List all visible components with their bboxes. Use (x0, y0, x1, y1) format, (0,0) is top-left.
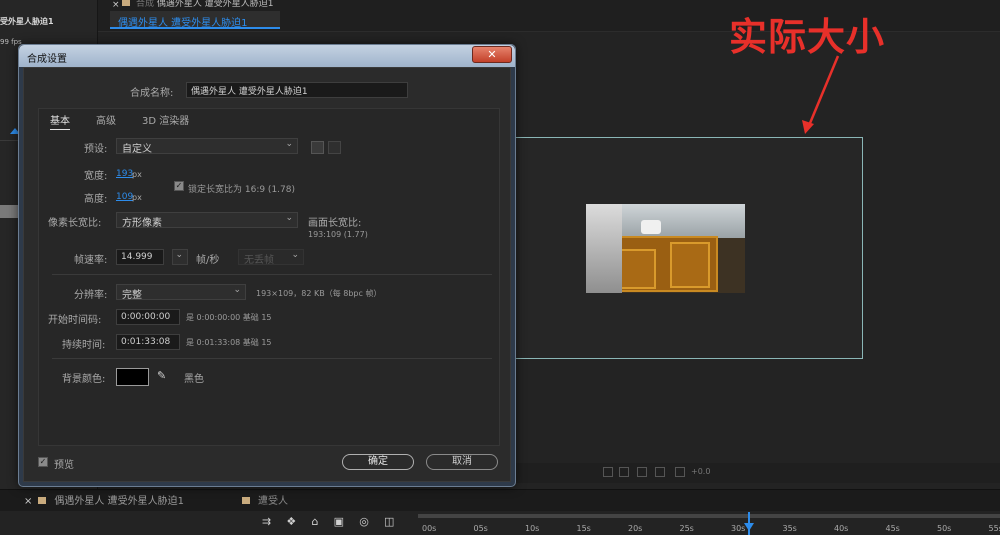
timeline-3d-icon[interactable]: ❖ (286, 515, 296, 528)
section-divider (52, 358, 492, 359)
pixel-aspect-value: 方形像素 (122, 218, 162, 229)
duration-input[interactable] (116, 334, 180, 350)
fps-input[interactable] (116, 249, 164, 265)
lock-aspect-checkbox[interactable]: ✓ (174, 181, 184, 191)
dialog-titlebar[interactable]: 合成设置 ✕ (19, 45, 515, 67)
timeline-ruler-label: 50s (937, 524, 952, 533)
timeline-playhead-icon[interactable] (744, 523, 754, 531)
timeline-motion-blur-icon[interactable]: ▣ (334, 515, 344, 528)
tab-basic[interactable]: 基本 (50, 112, 70, 130)
frame-aspect-value: 193:109 (1.77) (308, 230, 368, 239)
timeline-ruler-label: 55s (988, 524, 1000, 533)
timeline-ruler-label: 40s (834, 524, 849, 533)
drop-frame-dropdown: 无丢帧 ⌄ (238, 249, 304, 266)
timeline-ruler-label: 45s (885, 524, 900, 533)
timeline-ruler-label: 15s (576, 524, 591, 533)
chevron-down-icon: ⌄ (233, 285, 241, 295)
height-label: 高度: (84, 194, 108, 205)
duration-info: 是 0:01:33:08 基础 15 (186, 338, 272, 347)
timeline-ruler-label: 20s (628, 524, 643, 533)
frame-aspect-label: 画面长宽比: (308, 218, 362, 229)
timeline-ruler[interactable]: 00s05s10s15s20s25s30s35s40s45s50s55s (418, 514, 1000, 535)
width-value[interactable]: 193 (116, 169, 133, 179)
comp-name-label: 合成名称: (130, 88, 174, 99)
chevron-down-icon: ⌄ (285, 213, 293, 223)
timeline-tab-second[interactable]: 遭受人 (242, 492, 288, 507)
cancel-button[interactable]: 取消 (426, 454, 498, 470)
chevron-down-icon: ⌄ (285, 139, 293, 149)
timeline-editor-icon[interactable]: ◫ (384, 515, 394, 528)
width-label: 宽度: (84, 171, 108, 182)
bg-color-swatch[interactable] (116, 368, 149, 386)
eyedropper-icon[interactable]: ✎ (157, 369, 166, 382)
resolution-label: 分辨率: (74, 290, 108, 301)
height-value[interactable]: 109 (116, 192, 133, 202)
timeline-tab-color-icon (38, 497, 47, 504)
preset-value: 自定义 (122, 144, 152, 155)
resolution-dropdown[interactable]: 完整 ⌄ (116, 284, 246, 301)
toolbar-channel-icon[interactable] (655, 467, 665, 477)
preset-dropdown[interactable]: 自定义 ⌄ (116, 138, 298, 155)
duration-label: 持续时间: (62, 340, 106, 351)
timeline-ruler-label: 35s (782, 524, 797, 533)
timeline-ruler-label: 00s (422, 524, 437, 533)
start-tc-input[interactable] (116, 309, 180, 325)
preset-label: 预设: (84, 144, 108, 155)
timeline-tools: ⇉ ❖ ⌂ ▣ ◎ ◫ (262, 515, 412, 531)
width-unit: px (132, 170, 142, 179)
preview-label: 预览 (54, 460, 74, 471)
timeline-ruler-label: 25s (679, 524, 694, 533)
timeline-work-area[interactable] (418, 514, 1000, 518)
bg-color-name: 黑色 (184, 374, 204, 385)
preview-checkbox[interactable]: ✓ (38, 457, 48, 467)
toolbar-grid-icon[interactable] (603, 467, 613, 477)
ok-button[interactable]: 确定 (342, 454, 414, 470)
timeline-tab2-color-icon (242, 497, 250, 504)
section-divider (52, 274, 492, 275)
timeline-ruler-label: 10s (525, 524, 540, 533)
start-tc-info: 是 0:00:00:00 基础 15 (186, 313, 272, 322)
settings-panel (38, 108, 500, 446)
comp-name-input[interactable] (186, 82, 408, 98)
resolution-info: 193×109，82 KB（每 8bpc 帧） (256, 289, 382, 298)
pixel-aspect-dropdown[interactable]: 方形像素 ⌄ (116, 212, 298, 229)
drop-frame-value: 无丢帧 (244, 255, 274, 266)
timeline-shy-icon[interactable]: ⇉ (262, 515, 271, 528)
toolbar-region-icon[interactable] (619, 467, 629, 477)
chevron-down-icon: ⌄ (291, 250, 299, 260)
timeline-graph-icon[interactable]: ◎ (359, 515, 369, 528)
timeline-tab-close-icon[interactable]: × (24, 496, 32, 507)
composition-settings-dialog: 合成设置 ✕ 合成名称: 基本 高级 3D 渲染器 预设: 自定义 ⌄ 宽度: 1… (18, 44, 516, 487)
tab-3d-renderer[interactable]: 3D 渲染器 (142, 112, 189, 127)
lock-aspect-label: 锁定长宽比为 16:9 (1.78) (188, 185, 295, 195)
toolbar-camera-icon[interactable] (637, 467, 647, 477)
timeline-ruler-label: 05s (473, 524, 488, 533)
timeline-tab-second-label: 遭受人 (258, 496, 288, 507)
pixel-aspect-label: 像素长宽比: (48, 218, 102, 229)
resolution-value: 完整 (122, 290, 142, 301)
save-preset-icon[interactable] (311, 141, 324, 154)
delete-preset-icon[interactable] (328, 141, 341, 154)
timeline-tab-main-label: 偶遇外星人 遭受外星人胁迫1 (54, 496, 184, 507)
toolbar-exposure-value[interactable]: +0.0 (691, 467, 710, 476)
chevron-down-icon: ⌄ (175, 250, 183, 260)
fps-label: 帧速率: (74, 255, 108, 266)
dialog-close-button[interactable]: ✕ (472, 46, 512, 63)
composition-toolbar: +0.0 (515, 463, 1000, 483)
timeline-tab-main[interactable]: × 偶遇外星人 遭受外星人胁迫1 (24, 492, 184, 507)
bg-color-label: 背景颜色: (62, 374, 106, 385)
dialog-title: 合成设置 (27, 54, 67, 65)
timeline-frame-blend-icon[interactable]: ⌂ (311, 515, 318, 528)
tab-advanced[interactable]: 高级 (96, 112, 116, 127)
fps-unit: 帧/秒 (196, 255, 220, 266)
start-tc-label: 开始时间码: (48, 315, 102, 326)
dialog-body: 合成名称: 基本 高级 3D 渲染器 预设: 自定义 ⌄ 宽度: 193 px 高… (23, 67, 511, 482)
fps-dropdown[interactable]: ⌄ (172, 249, 188, 265)
toolbar-exposure-icon[interactable] (675, 467, 685, 477)
height-unit: px (132, 193, 142, 202)
